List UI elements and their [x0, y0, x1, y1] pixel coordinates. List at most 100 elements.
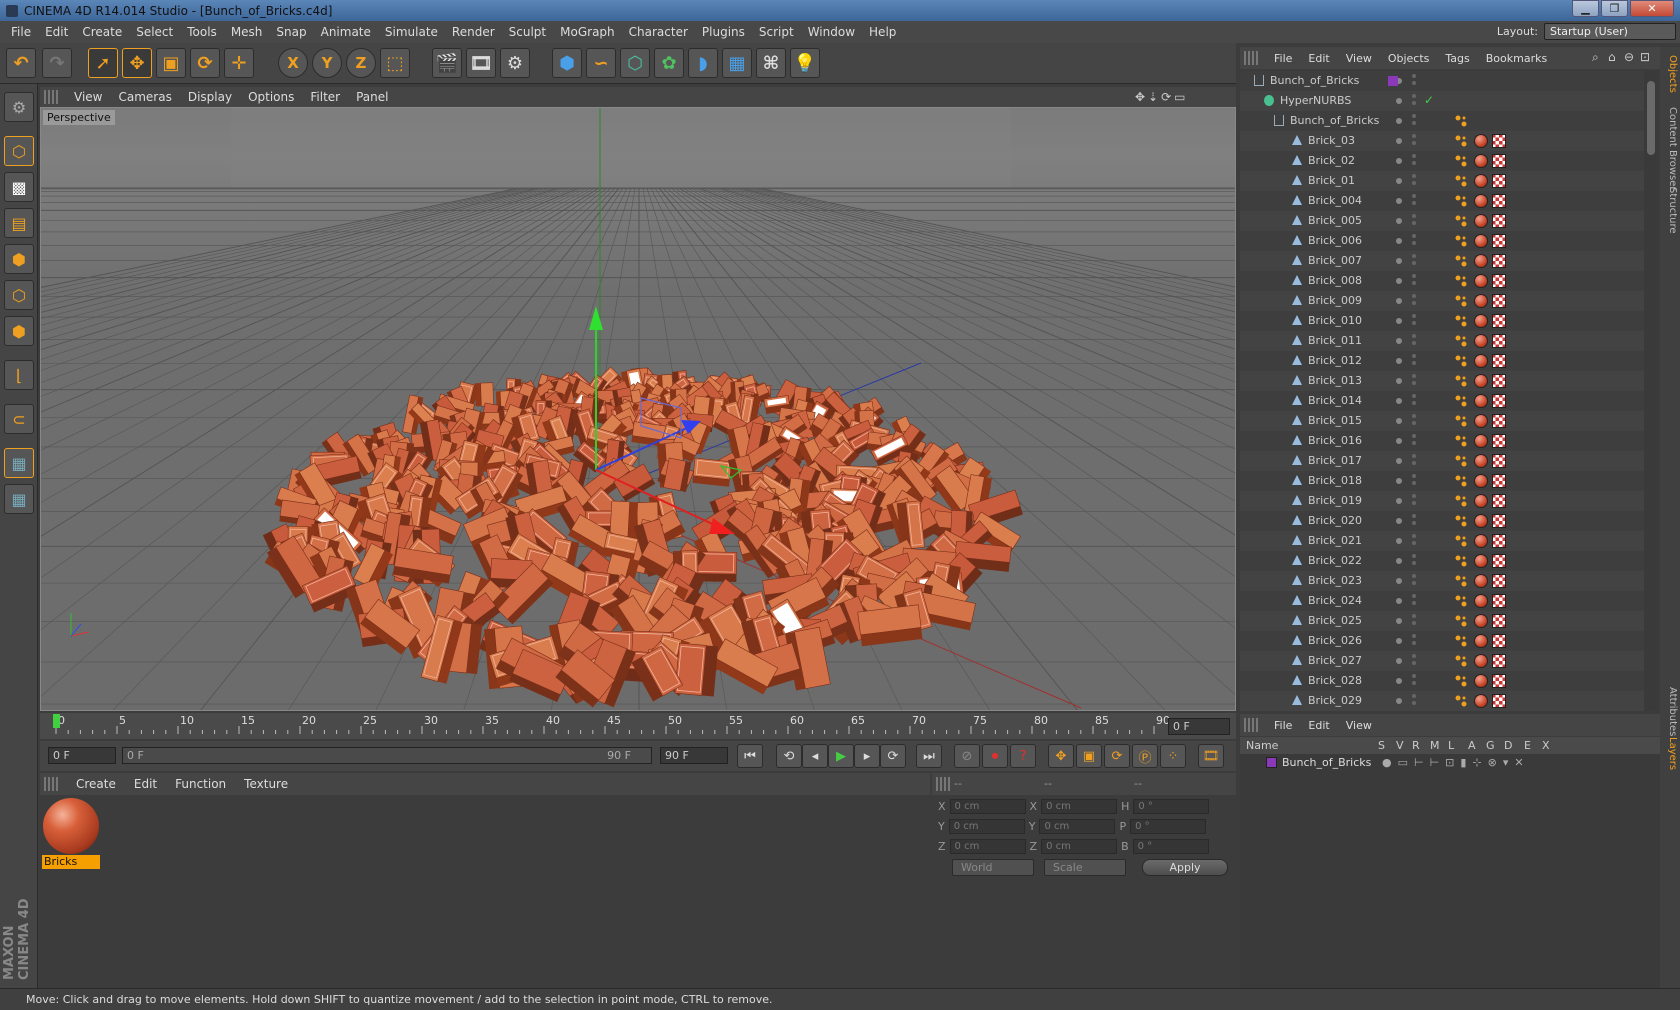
- visibility-dot[interactable]: [1412, 314, 1416, 318]
- visibility-dot[interactable]: [1412, 254, 1416, 258]
- material-tag-icon[interactable]: [1474, 574, 1488, 588]
- live-selection-tool-icon[interactable]: ➚: [88, 48, 118, 78]
- layer-dot[interactable]: [1396, 258, 1402, 264]
- layer-column-g[interactable]: G: [1486, 739, 1495, 752]
- render-picture-viewer-icon[interactable]: 🎞: [466, 48, 496, 78]
- uvw-tag-icon[interactable]: [1492, 674, 1506, 688]
- uvw-tag-icon[interactable]: [1492, 134, 1506, 148]
- visibility-dot[interactable]: [1412, 294, 1416, 298]
- layer-dot[interactable]: [1396, 458, 1402, 464]
- object-tree-scrollbar[interactable]: [1644, 71, 1658, 711]
- redo-button[interactable]: ↷: [42, 48, 72, 78]
- object-row[interactable]: Brick_025: [1240, 611, 1644, 631]
- layer-dot[interactable]: [1396, 298, 1402, 304]
- visibility-dot[interactable]: [1412, 514, 1416, 518]
- menu-item-mograph[interactable]: MoGraph: [560, 25, 615, 39]
- previous-key-icon[interactable]: ⟲: [776, 744, 802, 768]
- phong-tag-icon[interactable]: [1454, 594, 1468, 608]
- side-tab-content-browser[interactable]: Content Browser: [1662, 107, 1678, 190]
- layer-dot[interactable]: [1396, 418, 1402, 424]
- perspective-viewport[interactable]: Perspective: [40, 107, 1236, 711]
- timeline-ruler[interactable]: 0 5 10 15 20 25 30 35 40 45 50 55 60 65 70 75 80 85 90 0 F: [40, 713, 1236, 739]
- undo-button[interactable]: ↶: [6, 48, 36, 78]
- rotate-tool-icon[interactable]: ⟳: [190, 48, 220, 78]
- material-bricks[interactable]: Bricks: [42, 797, 100, 869]
- side-tab-layers[interactable]: Layers: [1662, 737, 1678, 770]
- keyframe-selection-icon[interactable]: ?: [1010, 744, 1036, 768]
- texture-mode-icon[interactable]: ▩: [4, 172, 34, 202]
- phong-tag-icon[interactable]: [1454, 294, 1468, 308]
- uvw-tag-icon[interactable]: [1492, 334, 1506, 348]
- apply-button[interactable]: Apply: [1142, 859, 1228, 876]
- spline-pen-icon[interactable]: ∽: [586, 48, 616, 78]
- edges-mode-icon[interactable]: ⬡: [4, 280, 34, 310]
- menu-item-function[interactable]: Function: [175, 777, 226, 791]
- material-tag-icon[interactable]: [1474, 394, 1488, 408]
- uvw-tag-icon[interactable]: [1492, 434, 1506, 448]
- visibility-dot[interactable]: [1412, 281, 1416, 285]
- uvw-tag-icon[interactable]: [1492, 534, 1506, 548]
- visibility-dot[interactable]: [1412, 94, 1416, 98]
- visibility-dot[interactable]: [1412, 121, 1416, 125]
- visibility-dot[interactable]: [1412, 274, 1416, 278]
- visibility-dot[interactable]: [1412, 474, 1416, 478]
- layer-dot[interactable]: [1396, 278, 1402, 284]
- menu-item-mesh[interactable]: Mesh: [231, 25, 263, 39]
- next-key-icon[interactable]: ⟳: [880, 744, 906, 768]
- phong-tag-icon[interactable]: [1454, 374, 1468, 388]
- visibility-dot[interactable]: [1412, 261, 1416, 265]
- visibility-dot[interactable]: [1412, 234, 1416, 238]
- menu-item-help[interactable]: Help: [869, 25, 896, 39]
- uvw-tag-icon[interactable]: [1492, 494, 1506, 508]
- uvw-tag-icon[interactable]: [1492, 174, 1506, 188]
- phong-tag-icon[interactable]: [1454, 474, 1468, 488]
- go-to-end-icon[interactable]: ⏭: [916, 744, 942, 768]
- uvw-tag-icon[interactable]: [1492, 354, 1506, 368]
- layer-column-name[interactable]: Name: [1246, 739, 1278, 752]
- phong-tag-icon[interactable]: [1454, 554, 1468, 568]
- material-tag-icon[interactable]: [1474, 334, 1488, 348]
- position-x-field[interactable]: 0 cm: [949, 798, 1026, 814]
- uvw-tag-icon[interactable]: [1492, 554, 1506, 568]
- menu-item-window[interactable]: Window: [808, 25, 855, 39]
- cube-primitive-icon[interactable]: ⬢: [552, 48, 582, 78]
- layer-dot[interactable]: [1396, 438, 1402, 444]
- layer-dot[interactable]: [1396, 118, 1402, 124]
- phong-tag-icon[interactable]: [1454, 414, 1468, 428]
- object-row[interactable]: Brick_014: [1240, 391, 1644, 411]
- material-tag-icon[interactable]: [1474, 134, 1488, 148]
- visibility-dot[interactable]: [1412, 174, 1416, 178]
- material-tag-icon[interactable]: [1474, 194, 1488, 208]
- material-tag-icon[interactable]: [1474, 454, 1488, 468]
- layer-flags[interactable]: ●▭⊢⊢⊡▮⊹⊗▾✕: [1382, 756, 1530, 769]
- visibility-dot[interactable]: [1412, 354, 1416, 358]
- polygons-mode-icon[interactable]: ⬢: [4, 316, 34, 346]
- phong-tag-icon[interactable]: [1454, 354, 1468, 368]
- phong-tag-icon[interactable]: [1454, 134, 1468, 148]
- object-row[interactable]: Brick_012: [1240, 351, 1644, 371]
- object-row[interactable]: Brick_010: [1240, 311, 1644, 331]
- visibility-dot[interactable]: [1412, 554, 1416, 558]
- layer-dot[interactable]: [1396, 138, 1402, 144]
- menu-item-file[interactable]: File: [1274, 52, 1292, 65]
- material-tag-icon[interactable]: [1474, 474, 1488, 488]
- object-row[interactable]: Brick_03: [1240, 131, 1644, 151]
- material-tag-icon[interactable]: [1474, 534, 1488, 548]
- phong-tag-icon[interactable]: [1454, 174, 1468, 188]
- visibility-dot[interactable]: [1412, 334, 1416, 338]
- layer-column-a[interactable]: A: [1468, 739, 1476, 752]
- go-to-start-icon[interactable]: ⏮: [737, 744, 763, 768]
- axis-mode-icon[interactable]: ⌊: [4, 360, 34, 390]
- menu-item-bookmarks[interactable]: Bookmarks: [1486, 52, 1547, 65]
- visibility-dot[interactable]: [1412, 301, 1416, 305]
- menu-item-view[interactable]: View: [1346, 52, 1372, 65]
- size-z-field[interactable]: 0 cm: [1041, 838, 1118, 854]
- uvw-tag-icon[interactable]: [1492, 374, 1506, 388]
- new-panel-icon[interactable]: ⊡: [1640, 50, 1650, 64]
- layer-dot[interactable]: [1396, 498, 1402, 504]
- uvw-tag-icon[interactable]: [1492, 514, 1506, 528]
- material-tag-icon[interactable]: [1474, 694, 1488, 708]
- uvw-tag-icon[interactable]: [1492, 634, 1506, 648]
- uvw-tag-icon[interactable]: [1492, 314, 1506, 328]
- material-tag-icon[interactable]: [1474, 674, 1488, 688]
